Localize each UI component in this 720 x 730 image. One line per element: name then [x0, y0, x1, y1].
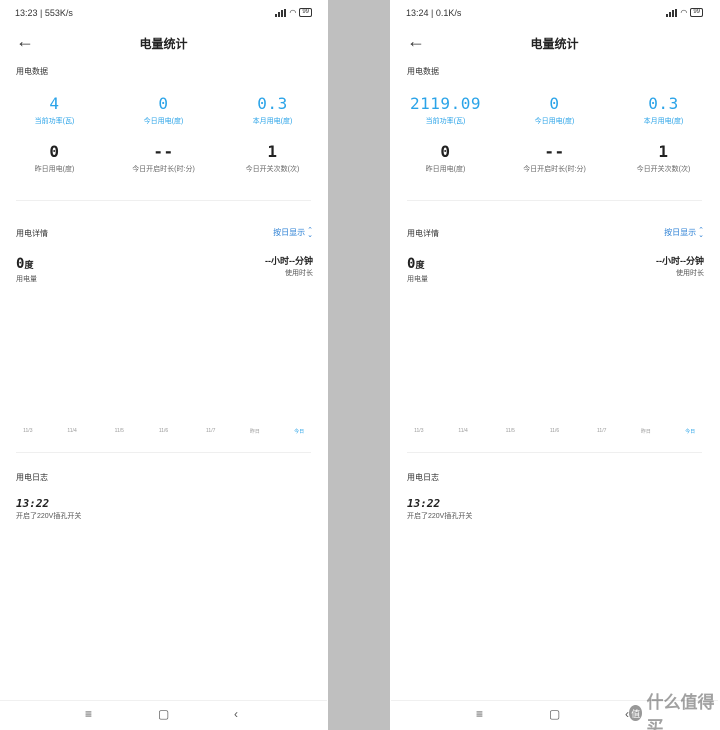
axis-tick[interactable]: 11/6 [550, 428, 559, 434]
axis-tick[interactable]: 11/4 [67, 428, 76, 434]
stat-yesterday-usage: 0 昨日用电(度) [34, 142, 75, 173]
axis-tick[interactable]: 11/5 [115, 428, 124, 434]
axis-tick-today[interactable]: 今日 [294, 428, 304, 435]
nav-back-icon[interactable]: ‹ [234, 707, 238, 721]
status-time: 13:24 [406, 8, 429, 18]
page-title: 电量统计 [530, 37, 579, 51]
log-description: 开启了220V插孔开关 [407, 513, 473, 520]
section-label-data: 用电数据 [407, 67, 439, 76]
app-header: ← 电量统计 [0, 32, 327, 52]
divider [407, 452, 702, 453]
usage-unit: 度 [415, 260, 425, 270]
battery-icon: 99 [299, 8, 312, 17]
stat-month-usage: 0.3 本月用电(度) [643, 94, 684, 125]
status-speed: 553K/s [44, 8, 73, 18]
section-label-detail: 用电详情 [407, 229, 439, 238]
axis-tick[interactable]: 11/3 [414, 428, 423, 434]
log-time: 13:22 [407, 497, 441, 510]
sort-toggle[interactable]: 按日显示 ⌃ ⌄ [664, 226, 704, 239]
axis-tick-today[interactable]: 今日 [685, 428, 695, 435]
sort-label: 按日显示 [664, 228, 697, 237]
chevron-up-down-icon: ⌃ ⌄ [698, 226, 704, 239]
signal-icon [275, 8, 287, 17]
axis-tick[interactable]: 11/7 [597, 428, 606, 434]
usage-label: 用电量 [16, 276, 37, 283]
sort-toggle[interactable]: 按日显示 ⌃ ⌄ [273, 226, 313, 239]
signal-icon [666, 8, 678, 17]
duration-label: 使用时长 [285, 270, 313, 277]
watermark-text: 什么值得买 [646, 693, 715, 730]
section-label-log: 用电日志 [407, 473, 439, 482]
wifi-icon: ◠ [289, 8, 297, 17]
stat-current-power: 2119.09 当前功率(瓦) [410, 94, 481, 125]
axis-tick[interactable]: 11/3 [23, 428, 32, 434]
axis-tick[interactable]: 11/7 [206, 428, 215, 434]
axis-tick[interactable]: 昨日 [641, 428, 651, 435]
usage-summary: 0度 用电量 [16, 255, 37, 284]
divider [16, 200, 311, 201]
stat-switch-count: 1 今日开关次数(次) [636, 142, 691, 173]
wifi-icon: ◠ [680, 8, 688, 17]
chevron-up-down-icon: ⌃ ⌄ [307, 226, 313, 239]
menu-icon[interactable]: ≡ [476, 707, 483, 721]
log-time: 13:22 [16, 497, 50, 510]
sort-label: 按日显示 [273, 228, 306, 237]
chart-x-axis: 11/3 11/4 11/5 11/6 11/7 昨日 今日 [407, 428, 702, 438]
watermark: 值 什么值得买 [629, 688, 718, 730]
status-bar: 13:23 | 553K/s ◠ 99 [15, 8, 312, 22]
navigation-bar: ≡ ▢ ‹ [0, 700, 327, 730]
stat-current-power: 4 当前功率(瓦) [34, 94, 75, 125]
status-time: 13:23 [15, 8, 38, 18]
stat-today-usage: 0 今日用电(度) [143, 94, 184, 125]
section-label-data: 用电数据 [16, 67, 48, 76]
status-speed: 0.1K/s [435, 8, 462, 18]
log-description: 开启了220V插孔开关 [16, 513, 82, 520]
section-label-detail: 用电详情 [16, 229, 48, 238]
usage-unit: 度 [24, 260, 34, 270]
divider [407, 200, 702, 201]
image-separator [328, 0, 390, 730]
section-label-log: 用电日志 [16, 473, 48, 482]
stat-today-usage: 0 今日用电(度) [534, 94, 575, 125]
battery-icon: 99 [690, 8, 703, 17]
phone-screen-right: 13:24 | 0.1K/s ◠ 99 ← 电量统计 用电数据 2119.09 当… [391, 0, 718, 730]
watermark-badge: 值 [629, 705, 643, 721]
chart-x-axis: 11/3 11/4 11/5 11/6 11/7 昨日 今日 [16, 428, 311, 438]
home-icon[interactable]: ▢ [158, 707, 169, 721]
stat-today-duration: -- 今日开启时长(时:分) [523, 142, 586, 173]
duration-value: --小时--分钟 [656, 256, 704, 266]
stat-today-duration: -- 今日开启时长(时:分) [132, 142, 195, 173]
duration-label: 使用时长 [676, 270, 704, 277]
axis-tick[interactable]: 11/5 [506, 428, 515, 434]
stats-grid: 2119.09 当前功率(瓦) 0 今日用电(度) 0.3 本月用电(度) 0 昨日用电… [391, 93, 718, 189]
axis-tick[interactable]: 11/4 [458, 428, 467, 434]
stat-switch-count: 1 今日开关次数(次) [245, 142, 300, 173]
phone-screen-left: 13:23 | 553K/s ◠ 99 ← 电量统计 用电数据 4 当前功率(瓦)… [0, 0, 327, 730]
duration-value: --小时--分钟 [265, 256, 313, 266]
divider [16, 452, 311, 453]
usage-label: 用电量 [407, 276, 428, 283]
axis-tick[interactable]: 昨日 [250, 428, 260, 435]
menu-icon[interactable]: ≡ [85, 707, 92, 721]
stat-month-usage: 0.3 本月用电(度) [252, 94, 293, 125]
usage-summary: 0度 用电量 [407, 255, 428, 284]
app-header: ← 电量统计 [391, 32, 718, 52]
home-icon[interactable]: ▢ [549, 707, 560, 721]
axis-tick[interactable]: 11/6 [159, 428, 168, 434]
duration-summary: --小时--分钟 使用时长 [656, 254, 704, 278]
status-bar: 13:24 | 0.1K/s ◠ 99 [406, 8, 703, 22]
stat-yesterday-usage: 0 昨日用电(度) [425, 142, 466, 173]
page-title: 电量统计 [139, 37, 188, 51]
stats-grid: 4 当前功率(瓦) 0 今日用电(度) 0.3 本月用电(度) 0 昨日用电(度) --… [0, 93, 327, 189]
duration-summary: --小时--分钟 使用时长 [265, 254, 313, 278]
